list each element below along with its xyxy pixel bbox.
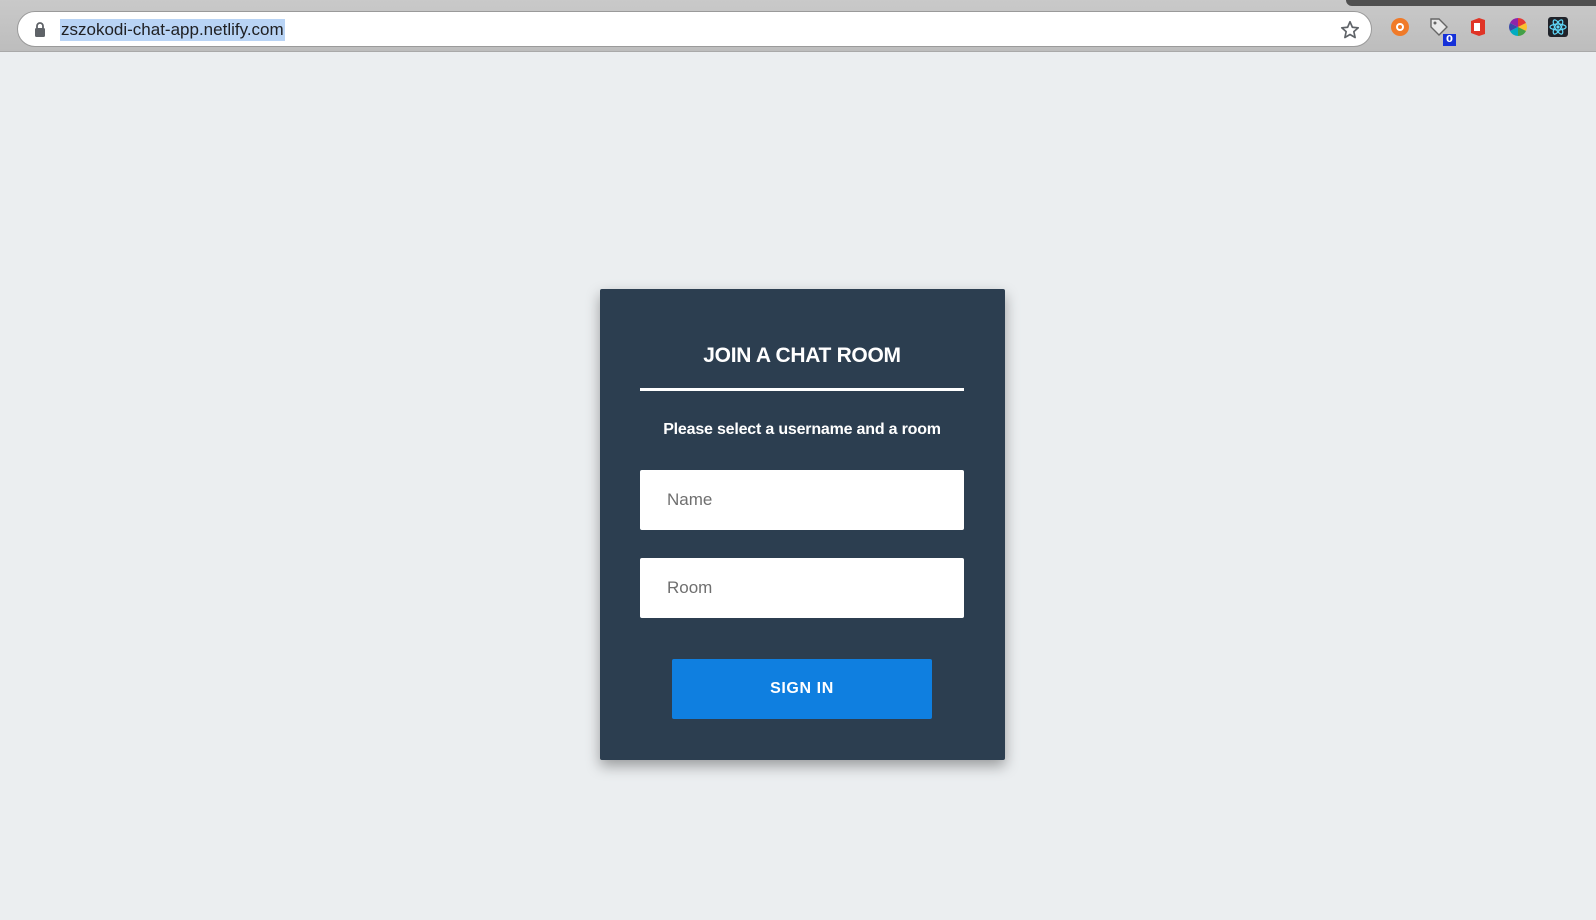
ublock-icon[interactable] xyxy=(1389,16,1411,38)
card-title: JOIN A CHAT ROOM xyxy=(703,344,901,367)
title-divider xyxy=(640,388,964,391)
sign-in-button[interactable]: SIGN IN xyxy=(672,659,932,719)
lock-icon[interactable] xyxy=(34,22,46,37)
tag-extension[interactable]: 0 xyxy=(1428,16,1456,46)
join-room-card: JOIN A CHAT ROOM Please select a usernam… xyxy=(600,289,1005,760)
room-input[interactable] xyxy=(640,558,964,618)
tab-strip xyxy=(1346,0,1596,6)
name-input[interactable] xyxy=(640,470,964,530)
address-bar[interactable]: zszokodi-chat-app.netlify.com xyxy=(17,11,1372,47)
extension-badge: 0 xyxy=(1443,34,1456,46)
card-subtitle: Please select a username and a room xyxy=(663,421,941,438)
color-wheel-icon[interactable] xyxy=(1507,16,1529,38)
url-text[interactable]: zszokodi-chat-app.netlify.com xyxy=(60,19,285,41)
office-icon[interactable] xyxy=(1467,16,1489,38)
browser-toolbar: zszokodi-chat-app.netlify.com 0 xyxy=(0,0,1596,52)
bookmark-star-icon[interactable] xyxy=(1339,19,1361,41)
react-devtools-icon[interactable] xyxy=(1547,16,1569,38)
